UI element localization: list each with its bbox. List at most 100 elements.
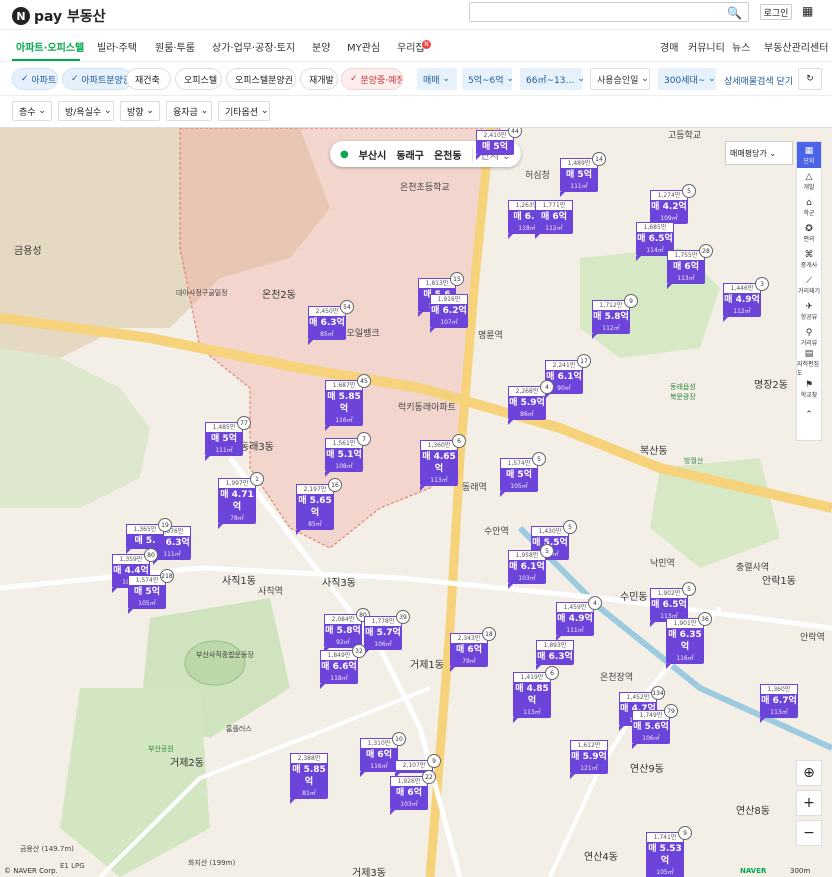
- listing-marker[interactable]: 1,459만 매 4.9억 111㎡ 4: [556, 596, 602, 641]
- tab-presale[interactable]: 분양: [312, 39, 330, 54]
- search-input[interactable]: 🔍: [469, 2, 749, 22]
- households-dropdown[interactable]: 300세대~ ⌄: [658, 68, 716, 90]
- tab-auction[interactable]: 경매: [660, 39, 678, 54]
- logo[interactable]: N pay 부동산: [12, 6, 106, 26]
- chip-rebuild[interactable]: 재건축: [126, 68, 171, 90]
- marker-price: 매 5억: [506, 470, 532, 480]
- dropdown-label: 층수: [19, 107, 36, 118]
- tab-commercial[interactable]: 상가·업무·공장·토지: [212, 39, 295, 54]
- etc-options-dropdown[interactable]: 기타옵션 ⌄: [218, 101, 270, 121]
- listing-marker[interactable]: 1,310만 매 6억 116㎡ 10: [360, 732, 406, 777]
- login-button[interactable]: 로그인: [760, 4, 792, 20]
- tab-villa-house[interactable]: 빌라·주택: [97, 39, 137, 54]
- breadcrumb-city[interactable]: 부산시: [359, 147, 387, 162]
- listing-marker[interactable]: 1,419만 매 4.85억 113㎡ 6: [513, 666, 559, 723]
- tool-development[interactable]: △ 개발: [797, 168, 821, 194]
- tool-street[interactable]: ⚲ 거리뷰: [797, 324, 821, 350]
- approval-date-dropdown[interactable]: 사용승인일 ⌄: [590, 68, 650, 90]
- listing-marker[interactable]: 1,274만 매 4.2억 109㎡ 5: [650, 184, 696, 229]
- marker-area: 105㎡: [138, 600, 156, 607]
- listing-marker[interactable]: 2,084만 매 5.8억 92㎡ 80: [324, 608, 370, 653]
- tool-complex[interactable]: ▦ 단지: [797, 142, 821, 168]
- search-icon[interactable]: 🔍: [727, 6, 742, 20]
- apps-grid-icon[interactable]: ▦: [802, 4, 813, 18]
- chip-officetel-presale[interactable]: 오피스텔분양권: [226, 68, 296, 90]
- listing-marker[interactable]: 1,749만 매 5.6억 106㎡ 79: [632, 704, 678, 749]
- listing-marker[interactable]: 1,893만 매 6.3억: [536, 640, 574, 670]
- listing-marker[interactable]: 1,849만 매 6.6억 118㎡ 32: [320, 644, 366, 689]
- breadcrumb-dong[interactable]: 온천동: [434, 147, 462, 162]
- tab-agent-center[interactable]: 부동산관리센터: [764, 39, 828, 54]
- listing-marker[interactable]: 1,360만 매 6.7억 113㎡: [760, 684, 798, 723]
- room-dropdown[interactable]: 방/욕실수 ⌄: [58, 101, 114, 121]
- loan-dropdown[interactable]: 융자금 ⌄: [166, 101, 212, 121]
- marker-tail: [666, 664, 671, 669]
- listing-marker[interactable]: 2,388만 매 5.85억 81㎡: [290, 753, 328, 804]
- listing-marker[interactable]: 1,901만 매 6.35억 116㎡ 36: [666, 612, 712, 669]
- marker-price: 매 6.7억: [761, 696, 797, 706]
- listing-marker[interactable]: 1,926만 매 6억 103㎡ 22: [390, 770, 436, 815]
- refresh-icon[interactable]: ↻: [798, 68, 822, 90]
- tool-cadastral[interactable]: ▤ 지적편집도: [797, 349, 821, 377]
- tab-news[interactable]: 뉴스: [732, 39, 750, 54]
- marker-count-badge: 5: [563, 520, 577, 534]
- listing-marker[interactable]: 2,197만 매 5.65억 85㎡ 16: [296, 478, 342, 535]
- listing-marker[interactable]: 1,741만 매 5.53억 105㎡ 9: [646, 826, 692, 877]
- tool-school-find[interactable]: ⚑ 학교찾: [797, 376, 821, 402]
- tool-convenience[interactable]: ✪ 편의: [797, 220, 821, 246]
- map-canvas[interactable]: 금용성 대아사정구골밀정 허심청 고등학교 온천초등학교 온천2동 현대오일뱅크…: [0, 128, 832, 877]
- zoom-in-button[interactable]: +: [796, 790, 822, 816]
- listing-marker[interactable]: 1,902만 매 6.5억 113㎡ 5: [650, 582, 696, 627]
- sort-dropdown[interactable]: 매매평당가 ⌄: [725, 141, 793, 165]
- tool-ruler[interactable]: ⟋ 거리재기: [797, 272, 821, 298]
- chip-apartment-presale[interactable]: ✓ 아파트분양권: [62, 68, 132, 90]
- listing-marker[interactable]: 2,450만 매 6.3억 85㎡ 54: [308, 300, 354, 345]
- listing-marker[interactable]: 1,755만 매 6억 113㎡ 28: [667, 244, 713, 289]
- detail-search-close[interactable]: 상세매물검색 닫기: [724, 74, 793, 87]
- listing-marker[interactable]: 2,268만 매 5.9억 86㎡ 4: [508, 380, 554, 425]
- price-dropdown[interactable]: 5억~6억 ⌄: [462, 68, 514, 90]
- chip-officetel[interactable]: 오피스텔: [175, 68, 222, 90]
- listing-marker[interactable]: 1,997만 매 4.71억 78㎡ 1: [218, 472, 264, 529]
- listing-marker[interactable]: 1,489만 매 5억 111㎡ 14: [560, 152, 606, 197]
- marker-price: 매 6.6억: [321, 662, 357, 672]
- tab-apartment-officetel[interactable]: 아파트·오피스텔: [16, 39, 84, 54]
- listing-marker[interactable]: 2,410만 매 5억 44: [476, 128, 522, 160]
- tool-agent[interactable]: ⌘ 중개사: [797, 246, 821, 272]
- listing-marker[interactable]: 1,360만 매 4.65억 113㎡ 6: [420, 434, 466, 491]
- listing-marker[interactable]: 1,687만 매 5.85억 116㎡ 45: [325, 374, 371, 431]
- zoom-out-button[interactable]: −: [796, 820, 822, 846]
- listing-marker[interactable]: 1,574만 매 5억 105㎡ 218: [128, 569, 174, 614]
- collapse-icon[interactable]: ⌃: [797, 402, 821, 428]
- listing-marker[interactable]: 1,916만 매 6.2억 107㎡: [430, 294, 468, 333]
- trade-type-dropdown[interactable]: 매매 ⌄: [417, 68, 457, 90]
- listing-marker[interactable]: 1,561만 매 5.1억 108㎡ 7: [325, 432, 371, 477]
- listing-marker[interactable]: 1,771만 매 6억 112㎡: [535, 200, 573, 239]
- listing-marker[interactable]: 1,958만 매 6.1억 103㎡ 5: [508, 544, 554, 589]
- tab-my-interest[interactable]: MY관심: [347, 39, 380, 54]
- tab-my-home[interactable]: 우리집: [397, 39, 425, 54]
- tool-school[interactable]: ⌂ 학군: [797, 194, 821, 220]
- listing-marker[interactable]: 1,485만 매 5억 111㎡ 77: [205, 416, 251, 461]
- listing-marker[interactable]: 1,446만 매 4.9억 112㎡ 3: [723, 277, 769, 322]
- chip-presale-upcoming[interactable]: ✓ 분양중·예정: [341, 68, 403, 90]
- listing-marker[interactable]: 1,574만 매 5억 105㎡ 5: [500, 452, 546, 497]
- my-location-icon[interactable]: ⊕: [796, 760, 822, 786]
- tab-oneroom-tworoom[interactable]: 원룸·투룸: [155, 39, 195, 54]
- direction-dropdown[interactable]: 방향 ⌄: [120, 101, 160, 121]
- listing-marker[interactable]: 1,365만 매 5. 19: [126, 518, 172, 554]
- place-label: 연산9동: [630, 764, 664, 775]
- listing-marker[interactable]: 2,343만 매 6억 79㎡ 18: [450, 627, 496, 672]
- dropdown-label: 융자금: [173, 107, 198, 118]
- floor-dropdown[interactable]: 층수 ⌄: [12, 101, 52, 121]
- area-dropdown[interactable]: 66㎡~13… ⌄: [520, 68, 585, 90]
- listing-marker[interactable]: 1,712만 매 5.8억 112㎡ 9: [592, 294, 638, 339]
- chip-redevelop[interactable]: 재개발: [300, 68, 338, 90]
- listing-marker[interactable]: 1,778만 매 5.7억 106㎡ 39: [364, 610, 410, 655]
- tool-aerial[interactable]: ✈ 항공뷰: [797, 298, 821, 324]
- marker-price: 매 6억: [541, 212, 567, 222]
- listing-marker[interactable]: 1,612만 매 5.9억 121㎡: [570, 740, 608, 779]
- chip-apartment[interactable]: ✓ 아파트: [12, 68, 58, 90]
- tab-community[interactable]: 커뮤니티: [688, 39, 725, 54]
- breadcrumb-district[interactable]: 동래구: [396, 147, 424, 162]
